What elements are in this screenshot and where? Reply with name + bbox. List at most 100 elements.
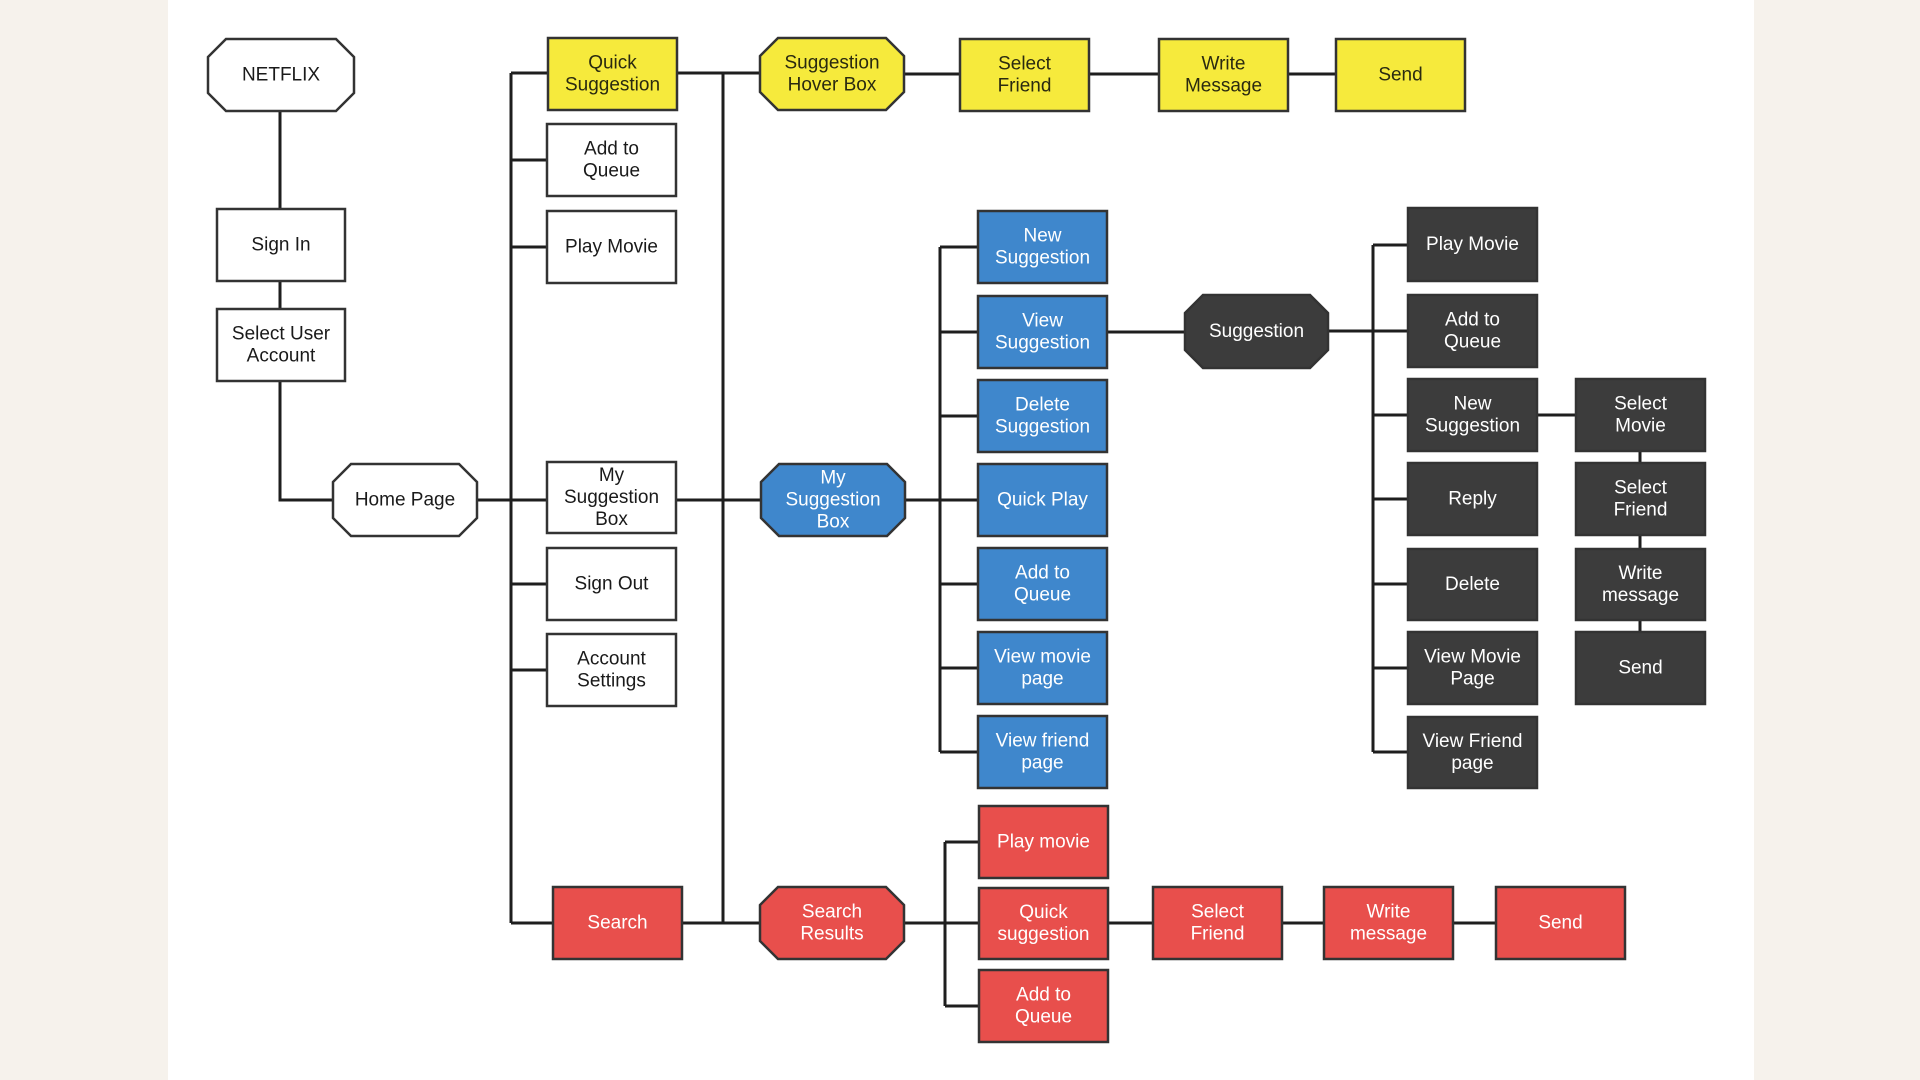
node-label: Select xyxy=(998,54,1052,75)
node-label: Suggestion xyxy=(565,75,660,96)
connector-line xyxy=(278,381,333,502)
diagram-canvas: NETFLIX Sign In Select User Account Home Pag… xyxy=(168,0,1754,1080)
node-label: page xyxy=(1451,753,1493,774)
node-label: Add to xyxy=(1015,563,1070,584)
node-label: Sign Out xyxy=(575,574,650,595)
node-label: Search xyxy=(802,902,862,923)
node-label: Account xyxy=(577,649,646,670)
node-label: Play Movie xyxy=(1426,234,1519,255)
node-label: View xyxy=(1022,311,1063,332)
node-b-add-queue[interactable]: Add toQueue xyxy=(976,546,1109,622)
node-b-quick-play[interactable]: Quick Play xyxy=(976,462,1109,538)
node-label: Suggestion xyxy=(564,487,659,508)
node-label: Write xyxy=(1367,902,1411,923)
node-d-view-friend[interactable]: View Friendpage xyxy=(1406,715,1539,790)
node-r-play-movie[interactable]: Play movie xyxy=(977,804,1110,880)
node-d-write-message[interactable]: Writemessage xyxy=(1574,547,1707,622)
node-label: Message xyxy=(1185,76,1262,97)
node-b-view-friend[interactable]: View friendpage xyxy=(976,714,1109,790)
node-label: Add to xyxy=(1016,985,1071,1006)
node-b-view-suggestion[interactable]: ViewSuggestion xyxy=(976,294,1109,370)
node-r-write-message[interactable]: Writemessage xyxy=(1322,885,1455,961)
node-hover-box[interactable]: SuggestionHover Box xyxy=(758,36,906,112)
node-r-quick-suggestion[interactable]: Quicksuggestion xyxy=(977,886,1110,961)
node-label: Friend xyxy=(1191,924,1245,945)
node-label: suggestion xyxy=(998,924,1090,945)
node-r-select-friend[interactable]: SelectFriend xyxy=(1151,885,1284,961)
node-r-send[interactable]: Send xyxy=(1494,885,1627,961)
node-label: Select User xyxy=(232,324,331,345)
node-label: page xyxy=(1021,753,1063,774)
node-d-play-movie[interactable]: Play Movie xyxy=(1406,206,1539,283)
node-label: Add to xyxy=(584,139,639,160)
node-b-new-suggestion[interactable]: NewSuggestion xyxy=(976,209,1109,285)
node-y-select-friend[interactable]: SelectFriend xyxy=(958,37,1091,113)
node-label: Search xyxy=(587,913,647,934)
node-label: Suggestion xyxy=(1209,321,1304,342)
node-label: View friend xyxy=(996,731,1090,752)
node-my-suggestion-box-home[interactable]: MySuggestionBox xyxy=(545,460,678,535)
node-label: Write xyxy=(1619,563,1663,584)
node-label: Queue xyxy=(583,161,640,182)
node-my-suggestion-box[interactable]: MySuggestionBox xyxy=(759,462,907,538)
node-add-queue-home[interactable]: Add toQueue xyxy=(545,122,678,198)
node-d-view-movie[interactable]: View MoviePage xyxy=(1406,630,1539,706)
node-label: Account xyxy=(247,346,316,367)
node-label: Play Movie xyxy=(565,237,658,258)
node-quick-suggestion[interactable]: QuickSuggestion xyxy=(546,36,679,112)
node-label: Queue xyxy=(1444,332,1501,353)
node-label: Suggestion xyxy=(995,248,1090,269)
node-label: Add to xyxy=(1445,310,1500,331)
node-sign-out[interactable]: Sign Out xyxy=(545,546,678,622)
node-select-user[interactable]: Select UserAccount xyxy=(215,307,347,383)
node-label: Send xyxy=(1538,913,1582,934)
node-d-select-movie[interactable]: SelectMovie xyxy=(1574,377,1707,453)
node-label: Home Page xyxy=(355,490,455,511)
node-label: Reply xyxy=(1448,489,1497,510)
node-d-delete[interactable]: Delete xyxy=(1406,547,1539,622)
node-suggestion[interactable]: Suggestion xyxy=(1183,293,1330,370)
node-label: Suggestion xyxy=(1425,416,1520,437)
node-label: Box xyxy=(817,512,850,533)
node-y-send[interactable]: Send xyxy=(1334,37,1467,113)
node-d-select-friend[interactable]: SelectFriend xyxy=(1574,461,1707,537)
node-sign-in[interactable]: Sign In xyxy=(215,207,347,283)
node-netflix[interactable]: NETFLIX xyxy=(206,37,356,113)
node-search-results[interactable]: SearchResults xyxy=(758,885,906,961)
node-label: Friend xyxy=(1614,500,1668,521)
node-label: Friend xyxy=(998,76,1052,97)
node-b-delete-suggestion[interactable]: DeleteSuggestion xyxy=(976,378,1109,454)
node-label: NETFLIX xyxy=(242,65,320,86)
node-label: message xyxy=(1350,924,1427,945)
node-label: Suggestion xyxy=(995,417,1090,438)
node-label: Send xyxy=(1378,65,1422,86)
node-label: Queue xyxy=(1014,585,1071,606)
node-d-send[interactable]: Send xyxy=(1574,630,1707,706)
node-label: Sign In xyxy=(251,235,310,256)
node-label: Select xyxy=(1191,902,1245,923)
node-y-write-message[interactable]: WriteMessage xyxy=(1157,37,1290,113)
node-label: Box xyxy=(595,509,628,530)
node-label: Movie xyxy=(1615,416,1666,437)
node-r-add-queue[interactable]: Add toQueue xyxy=(977,968,1110,1044)
node-d-new-suggestion[interactable]: NewSuggestion xyxy=(1406,377,1539,453)
node-label: Write xyxy=(1202,54,1246,75)
node-label: Results xyxy=(800,924,863,945)
node-label: Select xyxy=(1614,478,1668,499)
node-label: message xyxy=(1602,585,1679,606)
node-label: New xyxy=(1023,226,1061,247)
nodes: NETFLIXSign InSelect UserAccountHome Pag… xyxy=(206,36,1707,1044)
node-label: View movie xyxy=(994,647,1091,668)
node-search[interactable]: Search xyxy=(551,885,684,961)
node-label: Page xyxy=(1450,669,1494,690)
node-account-settings[interactable]: AccountSettings xyxy=(545,632,678,708)
node-play-movie-home[interactable]: Play Movie xyxy=(545,209,678,285)
node-d-add-queue[interactable]: Add toQueue xyxy=(1406,293,1539,369)
node-label: My xyxy=(820,468,846,489)
node-d-reply[interactable]: Reply xyxy=(1406,461,1539,537)
node-label: page xyxy=(1021,669,1063,690)
node-label: Play movie xyxy=(997,832,1090,853)
node-b-view-movie[interactable]: View moviepage xyxy=(976,630,1109,706)
node-home-page[interactable]: Home Page xyxy=(331,462,479,538)
node-label: View Friend xyxy=(1423,731,1523,752)
